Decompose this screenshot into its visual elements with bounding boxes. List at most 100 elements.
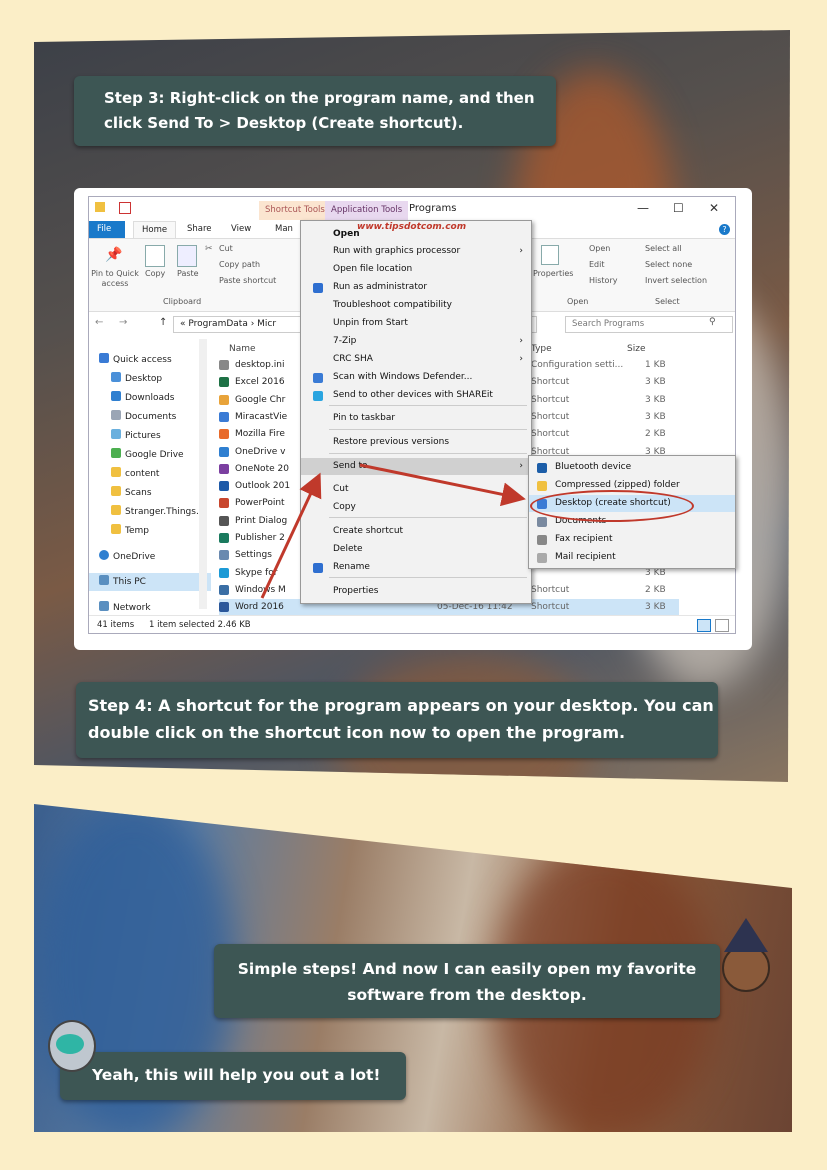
menu-item-open-file-location[interactable]: Open file location bbox=[301, 261, 531, 278]
tab-shortcut-tools[interactable]: Shortcut Tools bbox=[259, 201, 331, 220]
menu-item-7-zip[interactable]: 7-Zip › bbox=[301, 333, 531, 350]
nav-item-temp[interactable]: Temp bbox=[111, 522, 149, 540]
maximize-icon[interactable]: ☐ bbox=[673, 201, 684, 215]
copy-path-button[interactable]: Copy path bbox=[219, 260, 260, 269]
up-icon[interactable]: ↑ bbox=[159, 317, 167, 328]
nav-label: Network bbox=[113, 603, 151, 613]
menu-item-rename[interactable]: Rename bbox=[301, 559, 531, 576]
nav-item-onedrive[interactable]: OneDrive bbox=[99, 548, 155, 566]
menu-item-label: Properties bbox=[333, 586, 379, 596]
nav-item-downloads[interactable]: Downloads bbox=[111, 389, 174, 407]
file-name: MiracastVie bbox=[235, 411, 288, 422]
item-count: 41 items bbox=[97, 620, 135, 630]
copy-icon bbox=[145, 245, 165, 267]
menu-item-send-to[interactable]: Send to › bbox=[301, 458, 531, 475]
menu-item-properties[interactable]: Properties bbox=[301, 583, 531, 600]
column-size[interactable]: Size bbox=[627, 341, 645, 358]
tab-file[interactable]: File bbox=[89, 221, 125, 238]
tab-application-tools[interactable]: Application Tools bbox=[325, 201, 409, 220]
details-view-icon[interactable] bbox=[697, 619, 711, 632]
menu-item-pin-to-taskbar[interactable]: Pin to taskbar bbox=[301, 410, 531, 427]
paste-icon bbox=[177, 245, 197, 267]
nav-item-this-pc[interactable]: This PC bbox=[89, 573, 211, 591]
back-icon[interactable]: ← bbox=[95, 317, 103, 328]
menu-item-label: Restore previous versions bbox=[333, 437, 450, 447]
speech-bubble-wizard: Simple steps! And now I can easily open … bbox=[214, 944, 720, 1018]
properties-icon bbox=[541, 245, 559, 265]
search-input[interactable]: Search Programs bbox=[565, 316, 733, 333]
menu-item-open[interactable]: Open bbox=[301, 226, 531, 243]
file-size: 3 KB bbox=[645, 411, 666, 422]
close-icon[interactable]: ✕ bbox=[709, 201, 719, 215]
file-icon bbox=[219, 602, 229, 613]
documents-icon bbox=[537, 517, 547, 527]
forward-icon[interactable]: → bbox=[119, 317, 127, 328]
menu-item-label: Send to other devices with SHAREit bbox=[333, 390, 493, 400]
file-name: Google Chr bbox=[235, 394, 286, 405]
paste-button[interactable]: Paste bbox=[177, 269, 199, 278]
column-name[interactable]: Name bbox=[229, 341, 256, 358]
send-to-item-mail-recipient[interactable]: Mail recipient bbox=[529, 549, 735, 566]
send-to-item-bluetooth-device[interactable]: Bluetooth device bbox=[529, 459, 735, 476]
send-to-label: Fax recipient bbox=[555, 534, 613, 544]
menu-item-unpin-from-start[interactable]: Unpin from Start bbox=[301, 315, 531, 332]
send-to-label: Mail recipient bbox=[555, 552, 616, 562]
send-to-item-fax-recipient[interactable]: Fax recipient bbox=[529, 531, 735, 548]
nav-item-desktop[interactable]: Desktop bbox=[111, 370, 162, 388]
paste-shortcut-button[interactable]: Paste shortcut bbox=[219, 276, 276, 285]
send-to-label: Bluetooth device bbox=[555, 462, 632, 472]
file-name: Mozilla Fire bbox=[235, 429, 285, 440]
cut-button[interactable]: Cut bbox=[219, 244, 233, 253]
invert-selection-button[interactable]: Invert selection bbox=[645, 276, 707, 285]
history-button[interactable]: History bbox=[589, 276, 617, 285]
menu-item-label: 7-Zip bbox=[333, 336, 357, 346]
nav-item-documents[interactable]: Documents bbox=[111, 408, 176, 426]
nav-item-scans[interactable]: Scans bbox=[111, 484, 152, 502]
menu-item-restore-previous-versions[interactable]: Restore previous versions bbox=[301, 434, 531, 451]
minimize-icon[interactable]: — bbox=[637, 201, 649, 215]
menu-item-troubleshoot-compatibility[interactable]: Troubleshoot compatibility bbox=[301, 297, 531, 314]
window-title: Programs bbox=[409, 203, 457, 214]
menu-item-delete[interactable]: Delete bbox=[301, 541, 531, 558]
status-bar: 41 items 1 item selected 2.46 KB bbox=[89, 615, 735, 633]
menu-item-scan-with-windows-defender[interactable]: Scan with Windows Defender... bbox=[301, 369, 531, 386]
checkbox-icon[interactable] bbox=[119, 202, 131, 214]
file-type: Shortcut bbox=[531, 377, 570, 388]
nav-item-pictures[interactable]: Pictures bbox=[111, 427, 161, 445]
pin-icon: 📌 bbox=[105, 247, 123, 263]
open-button[interactable]: Open bbox=[589, 244, 610, 253]
select-none-button[interactable]: Select none bbox=[645, 260, 692, 269]
menu-item-run-as-administrator[interactable]: Run as administrator bbox=[301, 279, 531, 296]
menu-item-label: Send to bbox=[333, 461, 368, 471]
menu-separator bbox=[329, 405, 527, 406]
menu-item-crc-sha[interactable]: CRC SHA › bbox=[301, 351, 531, 368]
select-all-button[interactable]: Select all bbox=[645, 244, 682, 253]
edit-button[interactable]: Edit bbox=[589, 260, 605, 269]
menu-item-create-shortcut[interactable]: Create shortcut bbox=[301, 523, 531, 540]
step4-caption: Step 4: A shortcut for the program appea… bbox=[76, 682, 718, 758]
nav-item-content[interactable]: content bbox=[111, 465, 159, 483]
file-icon bbox=[219, 360, 229, 370]
copy-button[interactable]: Copy bbox=[145, 269, 165, 278]
menu-item-cut[interactable]: Cut bbox=[301, 481, 531, 498]
tab-share[interactable]: Share bbox=[179, 221, 220, 238]
column-type[interactable]: Type bbox=[531, 341, 552, 358]
tab-manage[interactable]: Man bbox=[267, 221, 301, 238]
menu-item-send-to-other-devices-with-shareit[interactable]: Send to other devices with SHAREit bbox=[301, 387, 531, 404]
menu-item-copy[interactable]: Copy bbox=[301, 499, 531, 516]
pin-quick-access-button[interactable]: Pin to Quick access bbox=[91, 269, 139, 289]
robot-face-icon bbox=[56, 1034, 84, 1054]
menu-item-run-with-graphics-processor[interactable]: Run with graphics processor › bbox=[301, 243, 531, 260]
nav-item-stranger-things[interactable]: Stranger.Things.S bbox=[111, 503, 205, 521]
nav-item-quick-access[interactable]: Quick access bbox=[99, 351, 172, 369]
properties-button[interactable]: Properties bbox=[533, 269, 573, 278]
tab-view[interactable]: View bbox=[223, 221, 259, 238]
help-icon[interactable]: ? bbox=[719, 224, 730, 235]
file-icon bbox=[219, 411, 229, 422]
folder-icon bbox=[111, 486, 121, 496]
tiles-view-icon[interactable] bbox=[715, 619, 729, 632]
nav-item-google-drive[interactable]: Google Drive bbox=[111, 446, 184, 464]
file-name: OneNote 20 bbox=[235, 463, 289, 474]
tab-home[interactable]: Home bbox=[133, 221, 177, 239]
nav-scrollbar[interactable] bbox=[199, 339, 207, 609]
